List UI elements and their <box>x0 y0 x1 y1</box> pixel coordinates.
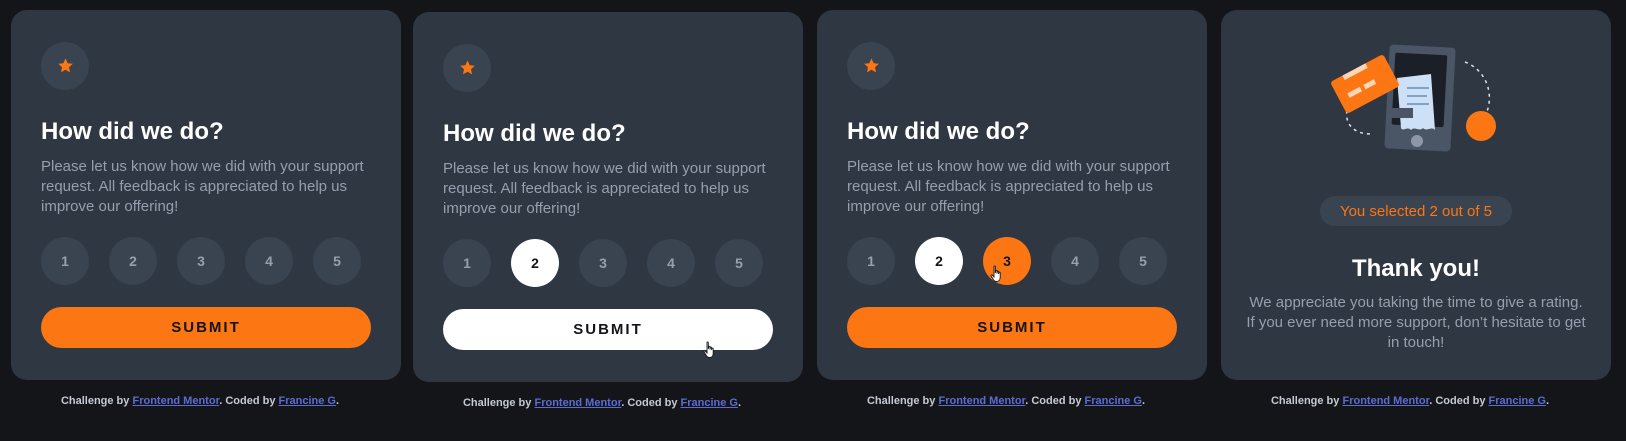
attribution: Challenge by Frontend Mentor. Coded by F… <box>402 397 802 409</box>
attribution-prefix: Challenge by <box>60 395 133 407</box>
rating-button-2[interactable]: 2 <box>915 237 963 285</box>
rating-button-4[interactable]: 4 <box>1051 237 1099 285</box>
attribution-suffix: . <box>336 395 340 407</box>
attribution-suffix: . <box>738 397 742 409</box>
attribution-middle: . Coded by <box>1429 395 1489 407</box>
card-title: How did we do? <box>443 120 626 147</box>
rating-card: How did we do? Please let us know how we… <box>413 12 803 382</box>
card-description: Please let us know how we did with your … <box>847 158 1170 215</box>
attribution-middle: . Coded by <box>219 395 279 407</box>
rating-button-2[interactable]: 2 <box>511 239 559 287</box>
thank-you-panel: You selected 2 out of 5 Thank you! We ap… <box>1210 0 1611 441</box>
thank-you-description: We appreciate you taking the time to giv… <box>1246 294 1586 351</box>
rating-button-5[interactable]: 5 <box>313 237 361 285</box>
author-link[interactable]: Francine G <box>1489 395 1546 407</box>
rating-button-3[interactable]: 3 <box>177 237 225 285</box>
submit-button[interactable]: SUBMIT <box>41 307 371 348</box>
rating-panel-2: How did we do? Please let us know how we… <box>402 0 803 441</box>
frontend-mentor-link[interactable]: Frontend Mentor <box>938 395 1025 407</box>
attribution-suffix: . <box>1142 395 1146 407</box>
card-description: Please let us know how we did with your … <box>443 160 766 217</box>
star-badge <box>847 42 895 90</box>
rating-options: 1 2 3 4 5 <box>443 239 763 287</box>
rating-button-1[interactable]: 1 <box>41 237 89 285</box>
rating-button-4[interactable]: 4 <box>245 237 293 285</box>
submit-button[interactable]: SUBMIT <box>443 309 773 350</box>
rating-panel-1: How did we do? Please let us know how we… <box>0 0 401 441</box>
star-badge <box>443 44 491 92</box>
star-badge <box>41 42 89 90</box>
attribution-prefix: Challenge by <box>462 397 535 409</box>
attribution-middle: . Coded by <box>621 397 681 409</box>
phone-receipt-card-illustration <box>1331 44 1496 152</box>
rating-button-5[interactable]: 5 <box>1119 237 1167 285</box>
rating-button-1[interactable]: 1 <box>443 239 491 287</box>
attribution-middle: . Coded by <box>1025 395 1085 407</box>
rating-button-4[interactable]: 4 <box>647 239 695 287</box>
attribution: Challenge by Frontend Mentor. Coded by F… <box>1210 395 1610 407</box>
frontend-mentor-link[interactable]: Frontend Mentor <box>1342 395 1429 407</box>
card-description: Please let us know how we did with your … <box>41 158 364 215</box>
card-title: How did we do? <box>41 118 224 145</box>
author-link[interactable]: Francine G <box>681 397 738 409</box>
hand-pointer-icon <box>703 341 714 358</box>
author-link[interactable]: Francine G <box>279 395 336 407</box>
rating-button-5[interactable]: 5 <box>715 239 763 287</box>
attribution-prefix: Challenge by <box>866 395 939 407</box>
hand-pointer-icon <box>990 265 1001 282</box>
attribution-suffix: . <box>1546 395 1550 407</box>
rating-button-2[interactable]: 2 <box>109 237 157 285</box>
submit-button[interactable]: SUBMIT <box>847 307 1177 348</box>
attribution: Challenge by Frontend Mentor. Coded by F… <box>806 395 1206 407</box>
star-icon <box>863 58 879 73</box>
card-title: How did we do? <box>847 118 1030 145</box>
attribution: Challenge by Frontend Mentor. Coded by F… <box>0 395 400 407</box>
thank-you-title: Thank you! <box>1351 255 1480 282</box>
frontend-mentor-link[interactable]: Frontend Mentor <box>534 397 621 409</box>
rating-options: 1 2 3 4 5 <box>41 237 361 285</box>
thank-you-card: You selected 2 out of 5 Thank you! We ap… <box>1221 10 1611 380</box>
star-icon <box>57 58 73 73</box>
rating-options: 1 2 3 4 5 <box>847 237 1167 285</box>
star-icon <box>459 60 475 75</box>
rating-card: How did we do? Please let us know how we… <box>817 10 1207 380</box>
rating-button-3[interactable]: 3 <box>579 239 627 287</box>
selected-rating-badge: You selected 2 out of 5 <box>1320 196 1512 226</box>
frontend-mentor-link[interactable]: Frontend Mentor <box>132 395 219 407</box>
rating-card: How did we do? Please let us know how we… <box>11 10 401 380</box>
rating-button-1[interactable]: 1 <box>847 237 895 285</box>
author-link[interactable]: Francine G <box>1085 395 1142 407</box>
attribution-prefix: Challenge by <box>1270 395 1343 407</box>
rating-panel-3: How did we do? Please let us know how we… <box>806 0 1207 441</box>
